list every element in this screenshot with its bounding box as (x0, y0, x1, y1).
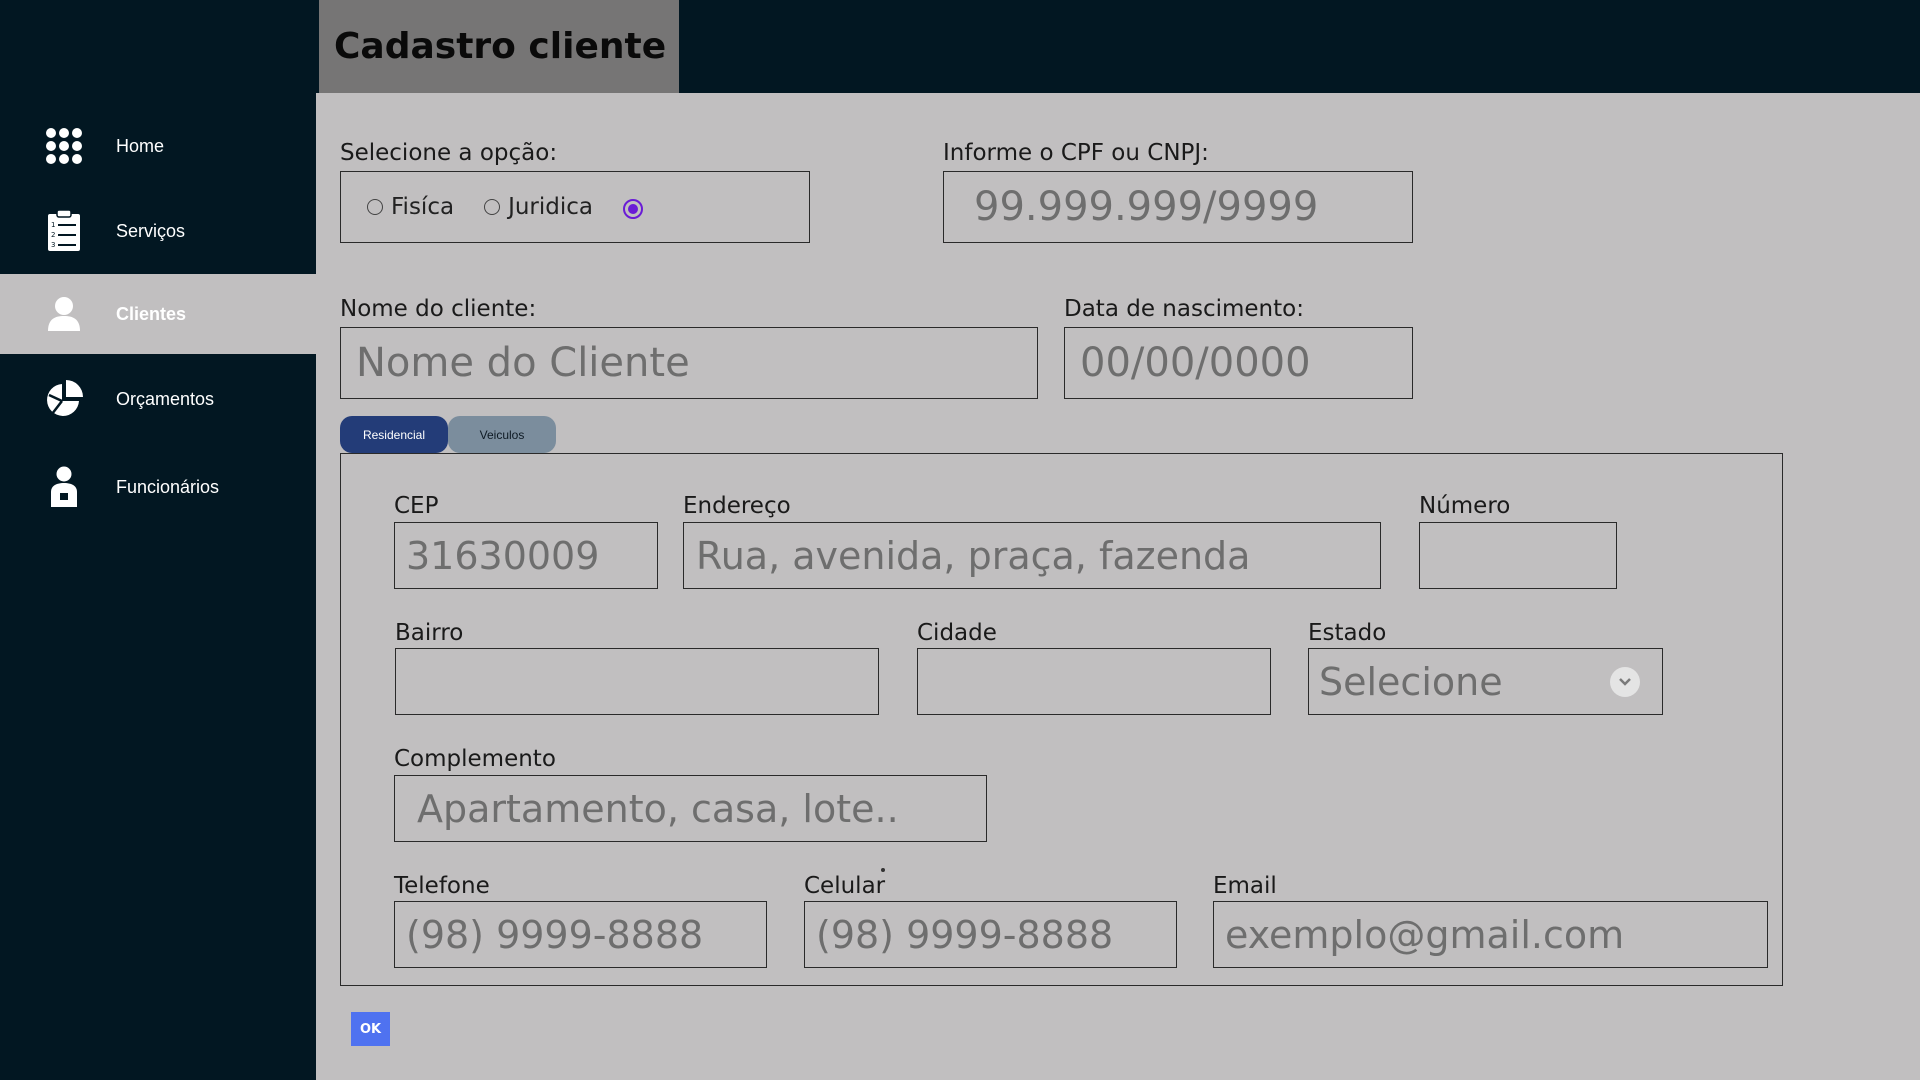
radio-fisica-label: Fisíca (391, 194, 455, 220)
grid-icon (44, 126, 84, 166)
radio-selected[interactable] (623, 199, 643, 219)
estado-label: Estado (1308, 620, 1387, 646)
cidade-input[interactable] (917, 648, 1271, 715)
radio-juridica[interactable]: Juridica (484, 194, 593, 220)
bairro-input[interactable] (395, 648, 879, 715)
ok-button[interactable]: OK (351, 1012, 390, 1046)
sidebar-item-orcamentos[interactable]: Orçamentos (0, 359, 316, 439)
stray-dot (881, 868, 885, 872)
estado-select-value: Selecione (1319, 659, 1503, 704)
tab-residencial[interactable]: Residencial (340, 416, 448, 453)
complemento-input[interactable] (394, 775, 987, 842)
telefone-label: Telefone (394, 873, 490, 899)
radio-circle[interactable] (484, 199, 501, 215)
bairro-label: Bairro (395, 620, 464, 646)
telefone-input[interactable] (394, 901, 767, 968)
sidebar-item-label: Home (116, 135, 165, 156)
employee-badge-icon (44, 466, 84, 507)
celular-label: Celular (804, 873, 886, 899)
cep-label: CEP (394, 493, 439, 519)
sidebar-item-label: Clientes (116, 303, 187, 324)
complemento-label: Complemento (394, 746, 556, 772)
sidebar-item-home[interactable]: Home (0, 106, 316, 186)
cidade-label: Cidade (917, 620, 997, 646)
endereco-label: Endereço (683, 493, 791, 519)
sidebar-item-clientes[interactable]: Clientes (0, 274, 316, 354)
pie-chart-icon (44, 379, 84, 419)
option-label: Selecione a opção: (340, 140, 558, 166)
tab-veiculos[interactable]: Veiculos (448, 416, 556, 453)
sidebar-item-servicos[interactable]: 1 2 3 Serviços (0, 191, 316, 271)
sidebar-item-label: Orçamentos (116, 388, 215, 409)
numero-input[interactable] (1419, 522, 1617, 589)
celular-input[interactable] (804, 901, 1177, 968)
radio-juridica-label: Juridica (508, 194, 593, 220)
chevron-down-icon[interactable] (1610, 666, 1640, 697)
email-label: Email (1213, 873, 1277, 899)
endereco-input[interactable] (683, 522, 1381, 589)
user-icon (44, 294, 84, 334)
top-bar (0, 0, 1920, 93)
page-title-box: Cadastro cliente (319, 0, 679, 93)
sidebar-item-funcionarios[interactable]: Funcionários (0, 447, 316, 527)
person-type-radio-group: Fisíca Juridica (340, 171, 810, 243)
client-name-input[interactable] (340, 327, 1038, 399)
estado-select[interactable]: Selecione (1308, 648, 1663, 715)
doc-label: Informe o CPF ou CNPJ: (943, 140, 1209, 166)
svg-text:3: 3 (51, 241, 55, 249)
email-input[interactable] (1213, 901, 1768, 968)
sidebar-item-label: Funcionários (116, 476, 220, 497)
svg-text:2: 2 (51, 231, 55, 239)
cpf-cnpj-input[interactable] (943, 171, 1413, 243)
clipboard-list-icon: 1 2 3 (44, 210, 84, 251)
numero-label: Número (1419, 493, 1511, 519)
page-title: Cadastro cliente (334, 26, 667, 67)
sidebar-item-label: Serviços (116, 220, 186, 241)
cep-input[interactable] (394, 522, 658, 589)
sidebar: Home 1 2 3 Serviços Clientes Orçamentos Fu… (0, 93, 316, 1080)
svg-text:1: 1 (51, 221, 55, 229)
name-label: Nome do cliente: (340, 296, 537, 322)
radio-fisica[interactable]: Fisíca (367, 194, 454, 220)
radio-circle[interactable] (367, 199, 383, 215)
birth-label: Data de nascimento: (1064, 296, 1304, 322)
birth-date-input[interactable] (1064, 327, 1413, 399)
